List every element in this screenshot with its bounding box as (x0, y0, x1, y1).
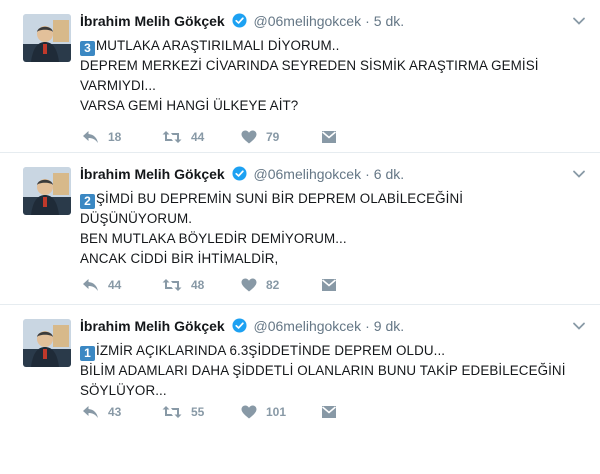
tweet[interactable]: İbrahim Melih Gökçek @06melihgokcek · 5 dk… (0, 0, 600, 153)
verified-badge-icon (232, 318, 247, 337)
tweet-line-text: MUTLAKA ARAŞTIRILMALI DİYORUM.. (96, 38, 340, 53)
retweet-icon (162, 130, 182, 144)
retweet-count: 48 (191, 278, 205, 292)
reply-button[interactable]: 18 (82, 128, 121, 146)
tweet-actions: 18 44 79 (80, 128, 410, 146)
tweet-header: İbrahim Melih Gökçek @06melihgokcek · 9 dk… (80, 317, 404, 337)
like-count: 101 (266, 405, 287, 419)
separator-dot: · (365, 318, 370, 334)
tweet-line: VARSA GEMİ HANGİ ÜLKEYE AİT? (80, 98, 299, 113)
author-handle[interactable]: @06melihgokcek (254, 13, 362, 29)
tweet-actions: 43 55 101 (80, 403, 410, 421)
like-button[interactable]: 79 (241, 128, 279, 146)
tweet-line: 1 İZMİR AÇIKLARINDA 6.3ŞİDDETİNDE DEPREM … (80, 341, 580, 361)
like-count: 79 (266, 130, 280, 144)
message-button[interactable] (321, 276, 337, 294)
heart-icon (241, 130, 257, 144)
number-badge: 2 (80, 194, 95, 209)
reply-icon (82, 278, 99, 292)
reply-icon (82, 405, 99, 419)
tweet-line: DÜŞÜNÜYORUM. (80, 211, 193, 226)
like-button[interactable]: 101 (241, 403, 286, 421)
direct-message-icon (321, 405, 337, 419)
author-handle[interactable]: @06melihgokcek (254, 166, 362, 182)
reply-count: 43 (108, 405, 122, 419)
tweet-line: 2 ŞİMDİ BU DEPREMİN SUNİ BİR DEPREM OLABİ… (80, 189, 580, 209)
reply-button[interactable]: 44 (82, 276, 121, 294)
heart-icon (241, 278, 257, 292)
chevron-down-icon[interactable] (572, 319, 586, 333)
author-name[interactable]: İbrahim Melih Gökçek (80, 13, 225, 29)
tweet-line: BİLİM ADAMLARI DAHA ŞİDDETLİ OLANLARIN B… (80, 363, 566, 378)
separator-dot: · (365, 13, 370, 29)
chevron-down-icon[interactable] (572, 14, 586, 28)
tweet-timestamp[interactable]: 6 dk. (374, 166, 404, 182)
avatar[interactable] (23, 167, 71, 215)
tweet-feed: İbrahim Melih Gökçek @06melihgokcek · 5 dk… (0, 0, 600, 474)
retweet-count: 55 (191, 405, 205, 419)
tweet-line: DEPREM MERKEZİ CİVARINDA SEYREDEN SİSMİK… (80, 58, 539, 73)
avatar[interactable] (23, 14, 71, 62)
chevron-down-icon[interactable] (572, 167, 586, 181)
number-badge: 3 (80, 41, 95, 56)
tweet-line: 3 MUTLAKA ARAŞTIRILMALI DİYORUM.. (80, 36, 580, 56)
author-handle[interactable]: @06melihgokcek (254, 318, 362, 334)
author-name[interactable]: İbrahim Melih Gökçek (80, 166, 225, 182)
reply-button[interactable]: 43 (82, 403, 121, 421)
separator-dot: · (365, 166, 370, 182)
tweet[interactable]: İbrahim Melih Gökçek @06melihgokcek · 6 dk… (0, 153, 600, 305)
tweet[interactable]: İbrahim Melih Gökçek @06melihgokcek · 9 dk… (0, 305, 600, 437)
number-badge: 1 (80, 346, 95, 361)
reply-icon (82, 130, 99, 144)
reply-count: 18 (108, 130, 122, 144)
direct-message-icon (321, 278, 337, 292)
tweet-text: 2 ŞİMDİ BU DEPREMİN SUNİ BİR DEPREM OLABİ… (80, 189, 580, 269)
author-name[interactable]: İbrahim Melih Gökçek (80, 318, 225, 334)
retweet-count: 44 (191, 130, 205, 144)
tweet-timestamp[interactable]: 5 dk. (374, 13, 404, 29)
retweet-button[interactable]: 44 (162, 128, 204, 146)
tweet-timestamp[interactable]: 9 dk. (374, 318, 404, 334)
verified-badge-icon (232, 13, 247, 32)
message-button[interactable] (321, 128, 337, 146)
tweet-actions: 44 48 82 (80, 276, 410, 294)
retweet-button[interactable]: 48 (162, 276, 204, 294)
retweet-icon (162, 278, 182, 292)
tweet-line-text: İZMİR AÇIKLARINDA 6.3ŞİDDETİNDE DEPREM O… (96, 343, 446, 358)
retweet-icon (162, 405, 182, 419)
tweet-line: VARMIYDI... (80, 78, 156, 93)
verified-badge-icon (232, 166, 247, 185)
heart-icon (241, 405, 257, 419)
tweet-text: 3 MUTLAKA ARAŞTIRILMALI DİYORUM.. DEPREM … (80, 36, 580, 116)
direct-message-icon (321, 130, 337, 144)
tweet-line: BEN MUTLAKA BÖYLEDİR DEMİYORUM... (80, 231, 347, 246)
reply-count: 44 (108, 278, 122, 292)
retweet-button[interactable]: 55 (162, 403, 204, 421)
tweet-header: İbrahim Melih Gökçek @06melihgokcek · 6 dk… (80, 165, 404, 185)
avatar[interactable] (23, 319, 71, 367)
message-button[interactable] (321, 403, 337, 421)
like-count: 82 (266, 278, 280, 292)
tweet-text: 1 İZMİR AÇIKLARINDA 6.3ŞİDDETİNDE DEPREM … (80, 341, 580, 401)
tweet-header: İbrahim Melih Gökçek @06melihgokcek · 5 dk… (80, 12, 404, 32)
like-button[interactable]: 82 (241, 276, 279, 294)
tweet-line: SÖYLÜYOR... (80, 383, 167, 398)
tweet-line: ANCAK CİDDİ BİR İHTİMALDİR, (80, 251, 279, 266)
tweet-line-text: ŞİMDİ BU DEPREMİN SUNİ BİR DEPREM OLABİL… (96, 191, 464, 206)
